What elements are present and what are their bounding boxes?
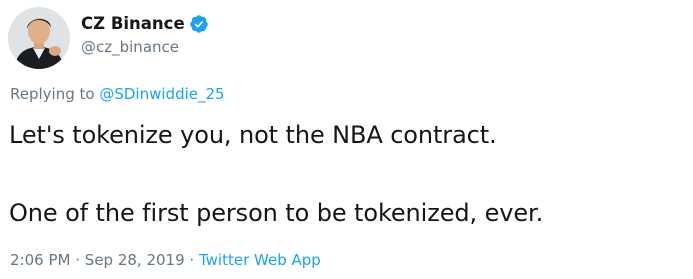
tweet-source[interactable]: Twitter Web App (199, 251, 321, 269)
tweet-header: CZ Binance @cz_binance (8, 7, 209, 69)
display-name-row: CZ Binance (81, 13, 209, 35)
reply-to-link[interactable]: @SDinwiddie_25 (99, 85, 224, 103)
display-name[interactable]: CZ Binance (81, 13, 185, 35)
tweet-text-line-1: Let's tokenize you, not the NBA contract… (9, 121, 497, 149)
meta-separator: · (75, 251, 81, 269)
reply-prefix: Replying to (10, 85, 95, 103)
reply-context: Replying to @SDinwiddie_25 (10, 84, 225, 104)
avatar[interactable] (8, 7, 70, 69)
tweet-date[interactable]: Sep 28, 2019 (85, 251, 185, 269)
author-names: CZ Binance @cz_binance (81, 13, 209, 58)
handle[interactable]: @cz_binance (81, 36, 209, 58)
meta-separator: · (189, 251, 195, 269)
profile-photo (8, 7, 70, 69)
tweet-time[interactable]: 2:06 PM (10, 251, 70, 269)
tweet-text-line-2: One of the first person to be tokenized,… (9, 199, 544, 227)
verified-badge-icon (189, 14, 209, 34)
tweet-meta: 2:06 PM · Sep 28, 2019 · Twitter Web App (10, 250, 321, 270)
